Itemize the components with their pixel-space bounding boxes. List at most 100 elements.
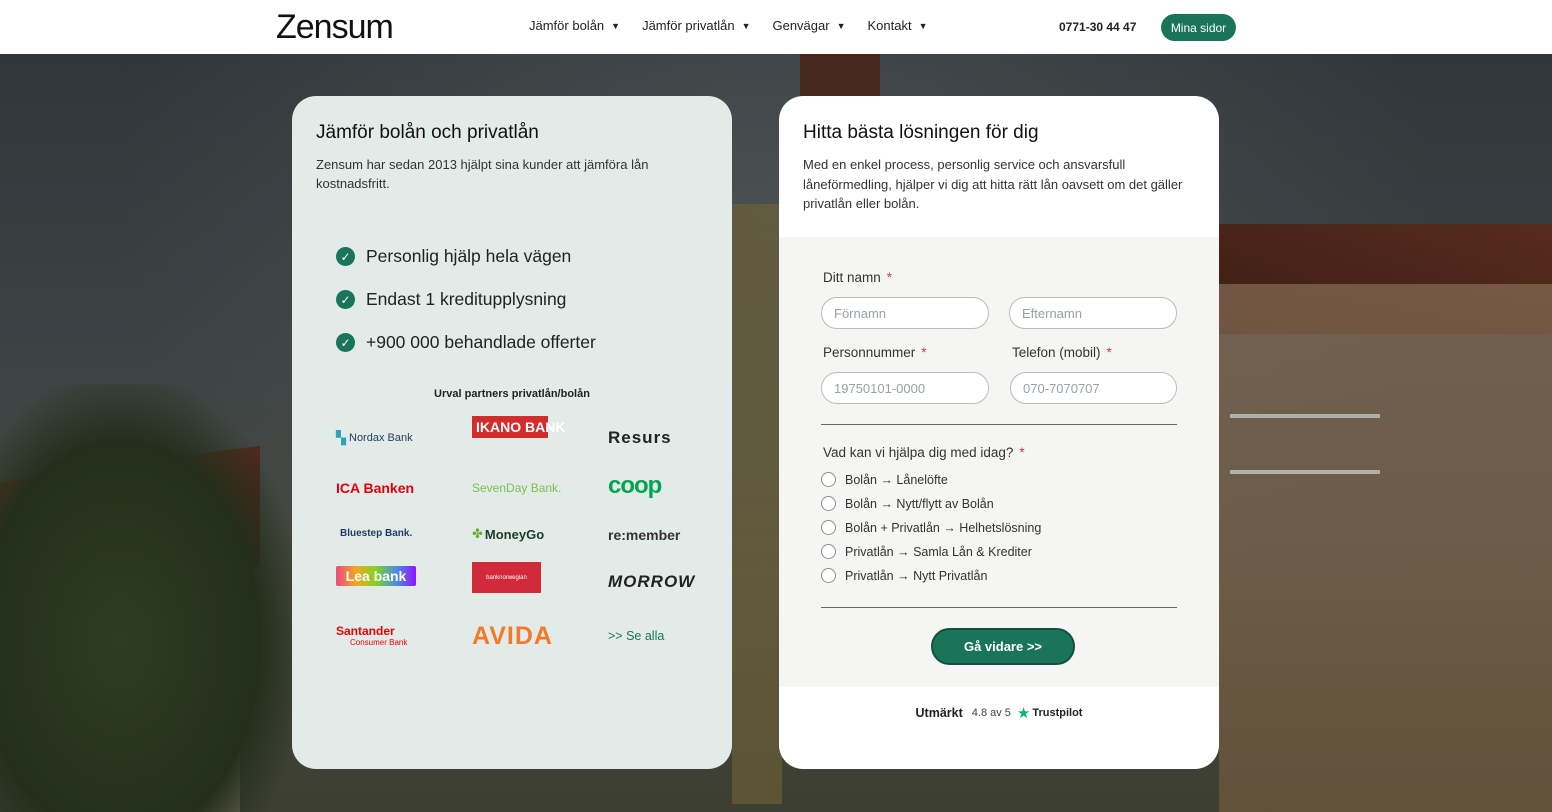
see-all-text: >> Se alla	[608, 629, 665, 643]
usp-text: Personlig hjälp hela vägen	[366, 246, 572, 266]
trustpilot-brand: Trustpilot	[1032, 707, 1083, 719]
trustpilot-star-icon: ★	[1016, 705, 1031, 722]
main-nav: Jämför bolån ▼ Jämför privatlån ▼ Genvägar…	[529, 18, 950, 33]
compare-card: Jämför bolån och privatlån Zensum har se…	[292, 96, 732, 769]
partner-logo-grid: ▚ Nordax Bank IKANO BANK Resurs ICA Bank…	[336, 416, 694, 666]
partner-logo-text: Santander	[336, 624, 395, 638]
radio-button[interactable]	[821, 496, 836, 511]
usp-text: +900 000 behandlade offerter	[366, 332, 596, 352]
check-icon: ✓	[336, 247, 355, 266]
usp-item: ✓ +900 000 behandlade offerter	[336, 321, 596, 364]
radio-button[interactable]	[821, 520, 836, 535]
see-all-link[interactable]: >> Se alla	[608, 616, 704, 656]
phone-label: Telefon (mobil) *	[1012, 345, 1112, 360]
nav-item-label: Jämför bolån	[529, 18, 605, 33]
partner-logo-text: Resurs	[608, 428, 672, 447]
lead-form: Ditt namn * Förnamn Efternamn Personnumme…	[779, 237, 1219, 687]
form-card-description: Med en enkel process, personlig service …	[803, 157, 1183, 211]
nav-item-genvagar[interactable]: Genvägar ▼	[772, 18, 845, 33]
partner-logo-banknorwegian: banknorwegian	[472, 562, 541, 593]
usp-item: ✓ Endast 1 kreditupplysning	[336, 278, 596, 321]
usp-item: ✓ Personlig hjälp hela vägen	[336, 235, 596, 278]
ssn-input[interactable]: 19750101-0000	[821, 372, 989, 404]
trustpilot-score: 4.8 av 5	[971, 707, 1011, 719]
partner-logo-resurs: Resurs	[608, 418, 704, 458]
partner-logo-ica: ICA Banken	[336, 468, 432, 508]
caret-down-icon: ▼	[741, 20, 751, 31]
form-divider	[821, 424, 1177, 425]
partner-logo-leabank: Lea bank	[336, 566, 416, 586]
name-label-text: Ditt namn	[823, 270, 881, 285]
partner-logo-text: AVIDA	[472, 621, 553, 650]
usp-list: ✓ Personlig hjälp hela vägen ✓ Endast 1 …	[336, 235, 596, 364]
option-nytt-privatlan[interactable]: Privatlån → Nytt Privatlån	[821, 568, 987, 583]
partner-logo-text: SevenDay Bank.	[472, 481, 562, 495]
caret-down-icon: ▼	[611, 20, 621, 31]
partners-title: Urval partners privatlån/bolån	[434, 388, 590, 400]
submit-button[interactable]: Gå vidare >>	[931, 628, 1075, 665]
partner-logo-text: MORROW	[608, 572, 696, 591]
partner-logo-santander: Santander Consumer Bank	[336, 616, 432, 656]
option-helhetslosning[interactable]: Bolån + Privatlån → Helhetslösning	[821, 520, 1041, 535]
required-mark: *	[886, 270, 893, 285]
option-label: Privatlån → Nytt Privatlån	[845, 568, 988, 583]
firstname-input[interactable]: Förnamn	[821, 297, 989, 329]
radio-button[interactable]	[821, 568, 836, 583]
required-mark: *	[1019, 445, 1025, 460]
nav-item-jamfor-privatlan[interactable]: Jämför privatlån ▼	[642, 18, 750, 33]
partner-logo-avida: AVIDA	[472, 616, 568, 656]
partner-logo-subtext: Consumer Bank	[350, 638, 408, 647]
trustpilot-rating-label: Utmärkt	[915, 706, 963, 720]
compare-card-title: Jämför bolån och privatlån	[316, 122, 539, 143]
partner-logo-nordax: ▚ Nordax Bank	[336, 418, 432, 458]
option-bolan-lanelofte[interactable]: Bolån → Lånelöfte	[821, 472, 948, 487]
partner-logo-text: re:member	[608, 527, 681, 543]
partner-logo-text: Lea bank	[345, 568, 407, 584]
partner-logo-sevenday: SevenDay Bank.	[472, 468, 568, 508]
required-mark: *	[921, 345, 927, 360]
check-icon: ✓	[336, 333, 355, 352]
help-label-text: Vad kan vi hjälpa dig med idag?	[823, 445, 1014, 460]
caret-down-icon: ▼	[836, 20, 846, 31]
partner-logo-text: IKANO BANK	[472, 416, 565, 438]
required-mark: *	[1106, 345, 1112, 360]
nav-item-label: Jämför privatlån	[642, 18, 735, 33]
partner-logo-ikano: IKANO BANK	[472, 416, 565, 452]
name-label: Ditt namn *	[823, 270, 892, 285]
radio-button[interactable]	[821, 472, 836, 487]
option-label: Bolån → Nytt/flytt av Bolån	[845, 496, 994, 511]
option-label: Bolån + Privatlån → Helhetslösning	[845, 520, 1042, 535]
option-bolan-nytt[interactable]: Bolån → Nytt/flytt av Bolån	[821, 496, 994, 511]
mina-sidor-button[interactable]: Mina sidor	[1161, 14, 1236, 41]
check-icon: ✓	[336, 290, 355, 309]
trustpilot-widget[interactable]: Utmärkt 4.8 av 5 ★ Trustpilot	[779, 704, 1219, 722]
clover-icon: ✤	[472, 526, 483, 541]
site-logo[interactable]: Zensum	[276, 8, 394, 47]
nav-item-kontakt[interactable]: Kontakt ▼	[868, 18, 928, 33]
option-samla-lan[interactable]: Privatlån → Samla Lån & Krediter	[821, 544, 1032, 559]
lastname-input[interactable]: Efternamn	[1009, 297, 1177, 329]
partner-logo-bluestep: Bluestep Bank.	[340, 513, 436, 553]
partner-logo-text: banknorwegian	[486, 574, 527, 581]
partner-logo-text: Nordax Bank	[349, 432, 413, 444]
usp-text: Endast 1 kreditupplysning	[366, 289, 567, 309]
partner-logo-morrow: MORROW	[608, 562, 704, 602]
partner-logo-moneygo: ✤ MoneyGo	[472, 514, 568, 554]
nav-item-label: Genvägar	[772, 18, 830, 33]
nordax-mark-icon: ▚	[336, 430, 346, 445]
option-label: Bolån → Lånelöfte	[845, 472, 948, 487]
nav-item-jamfor-bolan[interactable]: Jämför bolån ▼	[529, 18, 620, 33]
radio-button[interactable]	[821, 544, 836, 559]
partner-logo-text: ICA Banken	[336, 480, 415, 496]
form-divider	[821, 607, 1177, 608]
phone-link[interactable]: 0771-30 44 47	[1059, 20, 1136, 34]
phone-input[interactable]: 070-7070707	[1010, 372, 1177, 404]
ssn-label: Personnummer *	[823, 345, 927, 360]
nav-item-label: Kontakt	[867, 18, 912, 33]
option-label: Privatlån → Samla Lån & Krediter	[845, 544, 1032, 559]
ssn-label-text: Personnummer	[823, 345, 916, 360]
partner-logo-text: coop	[608, 472, 662, 499]
site-header: Zensum Jämför bolån ▼ Jämför privatlån ▼ G…	[0, 0, 1552, 54]
partner-logo-text: Bluestep Bank.	[340, 527, 413, 539]
hero-background	[0, 54, 1552, 812]
